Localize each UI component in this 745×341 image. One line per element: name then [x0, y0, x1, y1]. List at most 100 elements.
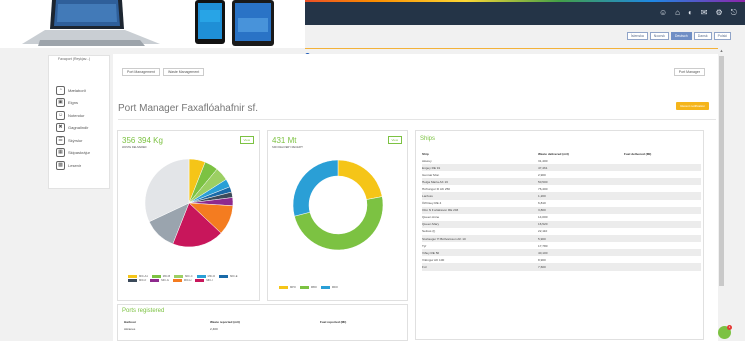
page-title: Port Manager Faxaflóahafnir sf. — [118, 103, 259, 114]
table-cell — [624, 178, 701, 186]
table-cell: 47,461 — [538, 164, 624, 172]
tools-icon: ✖ — [56, 123, 65, 133]
table-row[interactable]: Akranes 2,400 — [124, 325, 404, 332]
user-icon: ☺ — [56, 110, 65, 120]
table-row[interactable]: Viðey RE 50 40,100 — [422, 249, 701, 257]
table-row[interactable]: Gunnar Mon 2,900 — [422, 171, 701, 178]
gauge-icon[interactable]: ◐ — [688, 8, 693, 18]
table-cell: 14,000 — [538, 215, 548, 220]
pie-slice[interactable] — [337, 159, 383, 200]
home-icon[interactable]: ⌂ — [675, 8, 680, 18]
legend-swatch — [196, 275, 206, 278]
table-cell — [624, 249, 701, 257]
user-icon[interactable]: ☺ — [659, 8, 667, 18]
building-icon: ▣ — [56, 98, 65, 108]
gauge-icon: ◔ — [56, 85, 65, 95]
scrollbar-thumb[interactable] — [719, 56, 724, 286]
table-row[interactable]: Engey RE 91 47,461 — [422, 164, 701, 172]
sidebar-item-users[interactable]: ☺ Notendur — [56, 109, 90, 122]
ports-card: Ports registered Harbour Waste reported … — [117, 304, 408, 341]
legend-swatch — [150, 279, 160, 282]
table-row[interactable]: Helga María AK 16 50,500 — [422, 178, 701, 186]
sidebar-item-dashboard[interactable]: ◔ Mælaborð — [56, 84, 90, 97]
legend-swatch — [128, 279, 137, 282]
legend-item[interactable]: MIC-H — [172, 279, 191, 282]
legend-swatch — [299, 286, 309, 289]
legend-item[interactable]: MIC-E — [219, 275, 238, 278]
table-cell — [624, 157, 701, 164]
legend-label: MIC-C — [185, 275, 193, 278]
legend-item[interactable]: MIC-D — [196, 275, 215, 278]
waste-management-button[interactable]: Waste Management — [163, 68, 205, 76]
table-cell — [624, 214, 701, 221]
lang-option-active[interactable]: Deutsch — [670, 32, 692, 40]
table-cell: 16,520 — [538, 220, 624, 228]
table-row[interactable]: Týr 17,780 — [422, 242, 701, 249]
table-row[interactable]: Þór 7,600 — [422, 263, 701, 271]
legend-item[interactable]: MDO — [320, 286, 338, 289]
waste-view-button[interactable]: View — [239, 136, 254, 144]
table-cell: Örfirisey RE 4 — [422, 201, 442, 206]
table-row[interactable]: Queen Anne 14,000 — [422, 214, 701, 221]
legend-item[interactable]: MIC-G — [150, 279, 169, 282]
column-header: Harbour — [124, 319, 137, 324]
sidebar-item-reports[interactable]: ☰ Skýrslur — [56, 134, 90, 147]
lang-option[interactable]: Polski — [713, 32, 731, 40]
title-divider — [118, 119, 716, 120]
mail-icon[interactable]: ✉ — [701, 8, 708, 18]
sidebar: Faxaport (Reykjav...) ◔ Mælaborð ▣ Eigns… — [48, 55, 110, 189]
table-row[interactable]: Queen Mary 16,520 — [422, 220, 701, 228]
delivery-view-button[interactable]: View — [387, 136, 402, 144]
sidebar-item-label: Mælaborð — [68, 87, 87, 93]
table-cell: Viðey RE 50 — [422, 249, 538, 257]
port-management-button[interactable]: Port Management — [122, 68, 160, 76]
sidebar-item-assets[interactable]: ▣ Eigns — [56, 97, 90, 110]
table-cell: 8,900 — [538, 257, 546, 262]
sidebar-item-label: Gagnalindir — [68, 125, 89, 131]
legend-label: MIC-I — [206, 279, 213, 282]
table-cell: 3,800 — [538, 206, 624, 214]
table-row[interactable]: Lanfoss 1,200 — [422, 192, 701, 200]
waste-pie-chart — [144, 158, 234, 248]
lang-option[interactable]: Noorsk — [649, 32, 669, 40]
legend-item[interactable]: MIC-C — [174, 275, 193, 278]
table-row[interactable]: Sefoss (I) 22,110 — [422, 228, 701, 235]
sidebar-item-data-sources[interactable]: ✖ Gagnalindir — [56, 122, 90, 135]
main-content: Port Management Waste Management Port Ma… — [113, 54, 719, 341]
table-cell: 76,400 — [538, 186, 548, 191]
table-cell: 2,400 — [210, 326, 218, 331]
delivery-total-value: 431 Mt — [272, 136, 297, 145]
sidebar-item-ship-registry[interactable]: ▦ Skipaskrájur — [56, 147, 90, 160]
port-manager-button[interactable]: Port Manager — [673, 68, 705, 76]
legend-item[interactable]: MBO — [299, 286, 317, 289]
pie-slice[interactable] — [292, 159, 339, 217]
table-row[interactable]: Sturlaugur H Böðvarsson AK 10 5,900 — [422, 235, 701, 243]
legend-item[interactable]: MIC-F — [128, 279, 146, 282]
delivery-receipt-card: 431 Mt SDN DELIVERY RECEIPT View MPO MBO M… — [267, 130, 408, 301]
legend-item[interactable]: MIC-A1 — [128, 275, 148, 278]
table-row[interactable]: Víkingur AK 100 8,900 — [422, 256, 701, 263]
ships-title: Ships — [420, 136, 436, 142]
notification-badge[interactable]: Recent notification — [676, 102, 709, 110]
table-cell: Akurey — [422, 158, 432, 163]
logout-icon[interactable]: ⎋ — [731, 8, 737, 18]
scroll-up-icon[interactable]: ▲ — [718, 48, 725, 55]
legend-item[interactable]: MIC-I — [195, 279, 213, 282]
sidebar-item-readers[interactable]: ▩ Lesenir — [56, 159, 90, 172]
legend-label: MPO — [290, 286, 296, 289]
color-stripe — [280, 0, 745, 2]
sidebar-item-label: Skipaskrájur — [68, 150, 91, 156]
table-cell — [624, 263, 701, 271]
legend-label: MBO — [310, 286, 317, 289]
settings-icon[interactable]: ⚙ — [716, 8, 723, 18]
legend-item[interactable]: MIC-B — [151, 275, 170, 278]
delivery-subtitle: SDN DELIVERY RECEIPT — [272, 146, 303, 149]
lang-option[interactable]: Dansk — [693, 32, 712, 40]
table-row[interactable]: Höfrungur III AK 250 76,400 — [422, 185, 701, 192]
table-icon: ▦ — [56, 148, 65, 158]
table-row[interactable]: Örfirisey RE 4 6,810 — [422, 200, 701, 207]
table-row[interactable]: Ottó N Þorláksson RE 203 3,800 — [422, 206, 701, 214]
legend-item[interactable]: MPO — [279, 286, 296, 289]
lang-option[interactable]: Íslenska — [626, 32, 648, 40]
table-row[interactable]: Akurey 31,400 — [422, 157, 701, 164]
